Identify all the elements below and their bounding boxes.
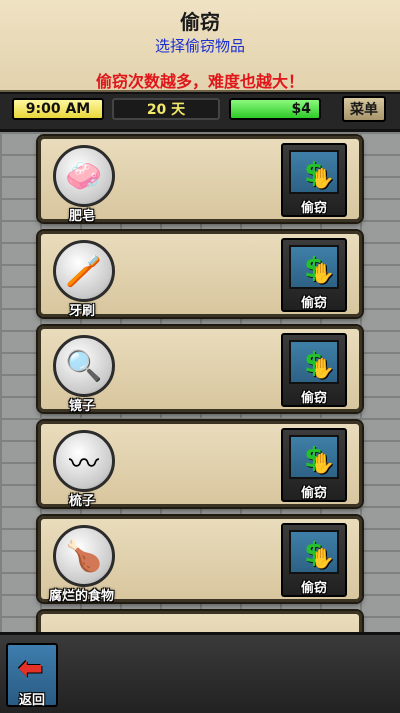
steal-button[interactable]: $ ✋ 偷窃: [281, 523, 347, 597]
steal-button-label: 偷窃: [300, 391, 327, 406]
status-bar: 9:00 AM 20 天 $4 菜单: [0, 92, 400, 132]
bottom-bar: ⬅ 返回: [0, 632, 400, 713]
steal-money-icon: $ ✋: [289, 340, 339, 384]
list-item: 🍗 腐烂的食物 $ ✋ 偷窃: [38, 516, 362, 604]
steal-button-label: 偷窃: [300, 486, 327, 501]
item-name: 镜子: [69, 399, 96, 414]
day-counter: 20 天: [112, 98, 220, 120]
steal-button[interactable]: $ ✋ 偷窃: [281, 143, 347, 217]
item-name: 腐烂的食物: [49, 589, 115, 604]
page-title: 偷窃: [180, 10, 220, 34]
time-display: 9:00 AM: [12, 98, 104, 120]
steal-money-icon: $ ✋: [289, 435, 339, 479]
toothbrush-icon: 🪥: [53, 240, 115, 302]
steal-money-icon: $ ✋: [289, 530, 339, 574]
steal-button[interactable]: $ ✋ 偷窃: [281, 428, 347, 502]
back-arrow-icon: ⬅: [18, 651, 44, 686]
item-list[interactable]: 🧼 肥皂 $ ✋ 偷窃 🪥 牙刷 $ ✋ 偷窃 🔍 镜子 $ ✋ 偷窃 〰 梳子 $ ✋…: [0, 132, 400, 632]
list-item: 〰 梳子 $ ✋ 偷窃: [38, 421, 362, 509]
soap-icon: 🧼: [53, 145, 115, 207]
menu-button[interactable]: 菜单: [342, 96, 386, 122]
comb-icon: 〰: [53, 430, 115, 492]
steal-button-label: 偷窃: [300, 201, 327, 216]
list-item: 🔍 镜子 $ ✋ 偷窃: [38, 326, 362, 414]
header: 偷窃 选择偷窃物品 偷窃次数越多，难度也越大！: [0, 0, 400, 92]
steal-money-icon: $ ✋: [289, 150, 339, 194]
list-item: 🪥 牙刷 $ ✋ 偷窃: [38, 231, 362, 319]
back-button[interactable]: ⬅ 返回: [6, 643, 58, 708]
difficulty-warning: 偷窃次数越多，难度也越大！: [95, 72, 304, 91]
money-display: $4: [229, 98, 321, 120]
steal-money-icon: $ ✋: [289, 245, 339, 289]
steal-button-label: 偷窃: [300, 296, 327, 311]
back-button-label: 返回: [18, 693, 45, 708]
steal-button[interactable]: $ ✋ 偷窃: [281, 238, 347, 312]
item-name: 肥皂: [69, 209, 96, 224]
steal-button-label: 偷窃: [300, 581, 327, 596]
rotten-food-icon: 🍗: [53, 525, 115, 587]
mirror-icon: 🔍: [53, 335, 115, 397]
list-item-partial: [38, 611, 362, 632]
list-item: 🧼 肥皂 $ ✋ 偷窃: [38, 136, 362, 224]
item-name: 牙刷: [69, 304, 96, 319]
item-name: 梳子: [69, 494, 96, 509]
page-subtitle: 选择偷窃物品: [154, 37, 245, 55]
steal-button[interactable]: $ ✋ 偷窃: [281, 333, 347, 407]
